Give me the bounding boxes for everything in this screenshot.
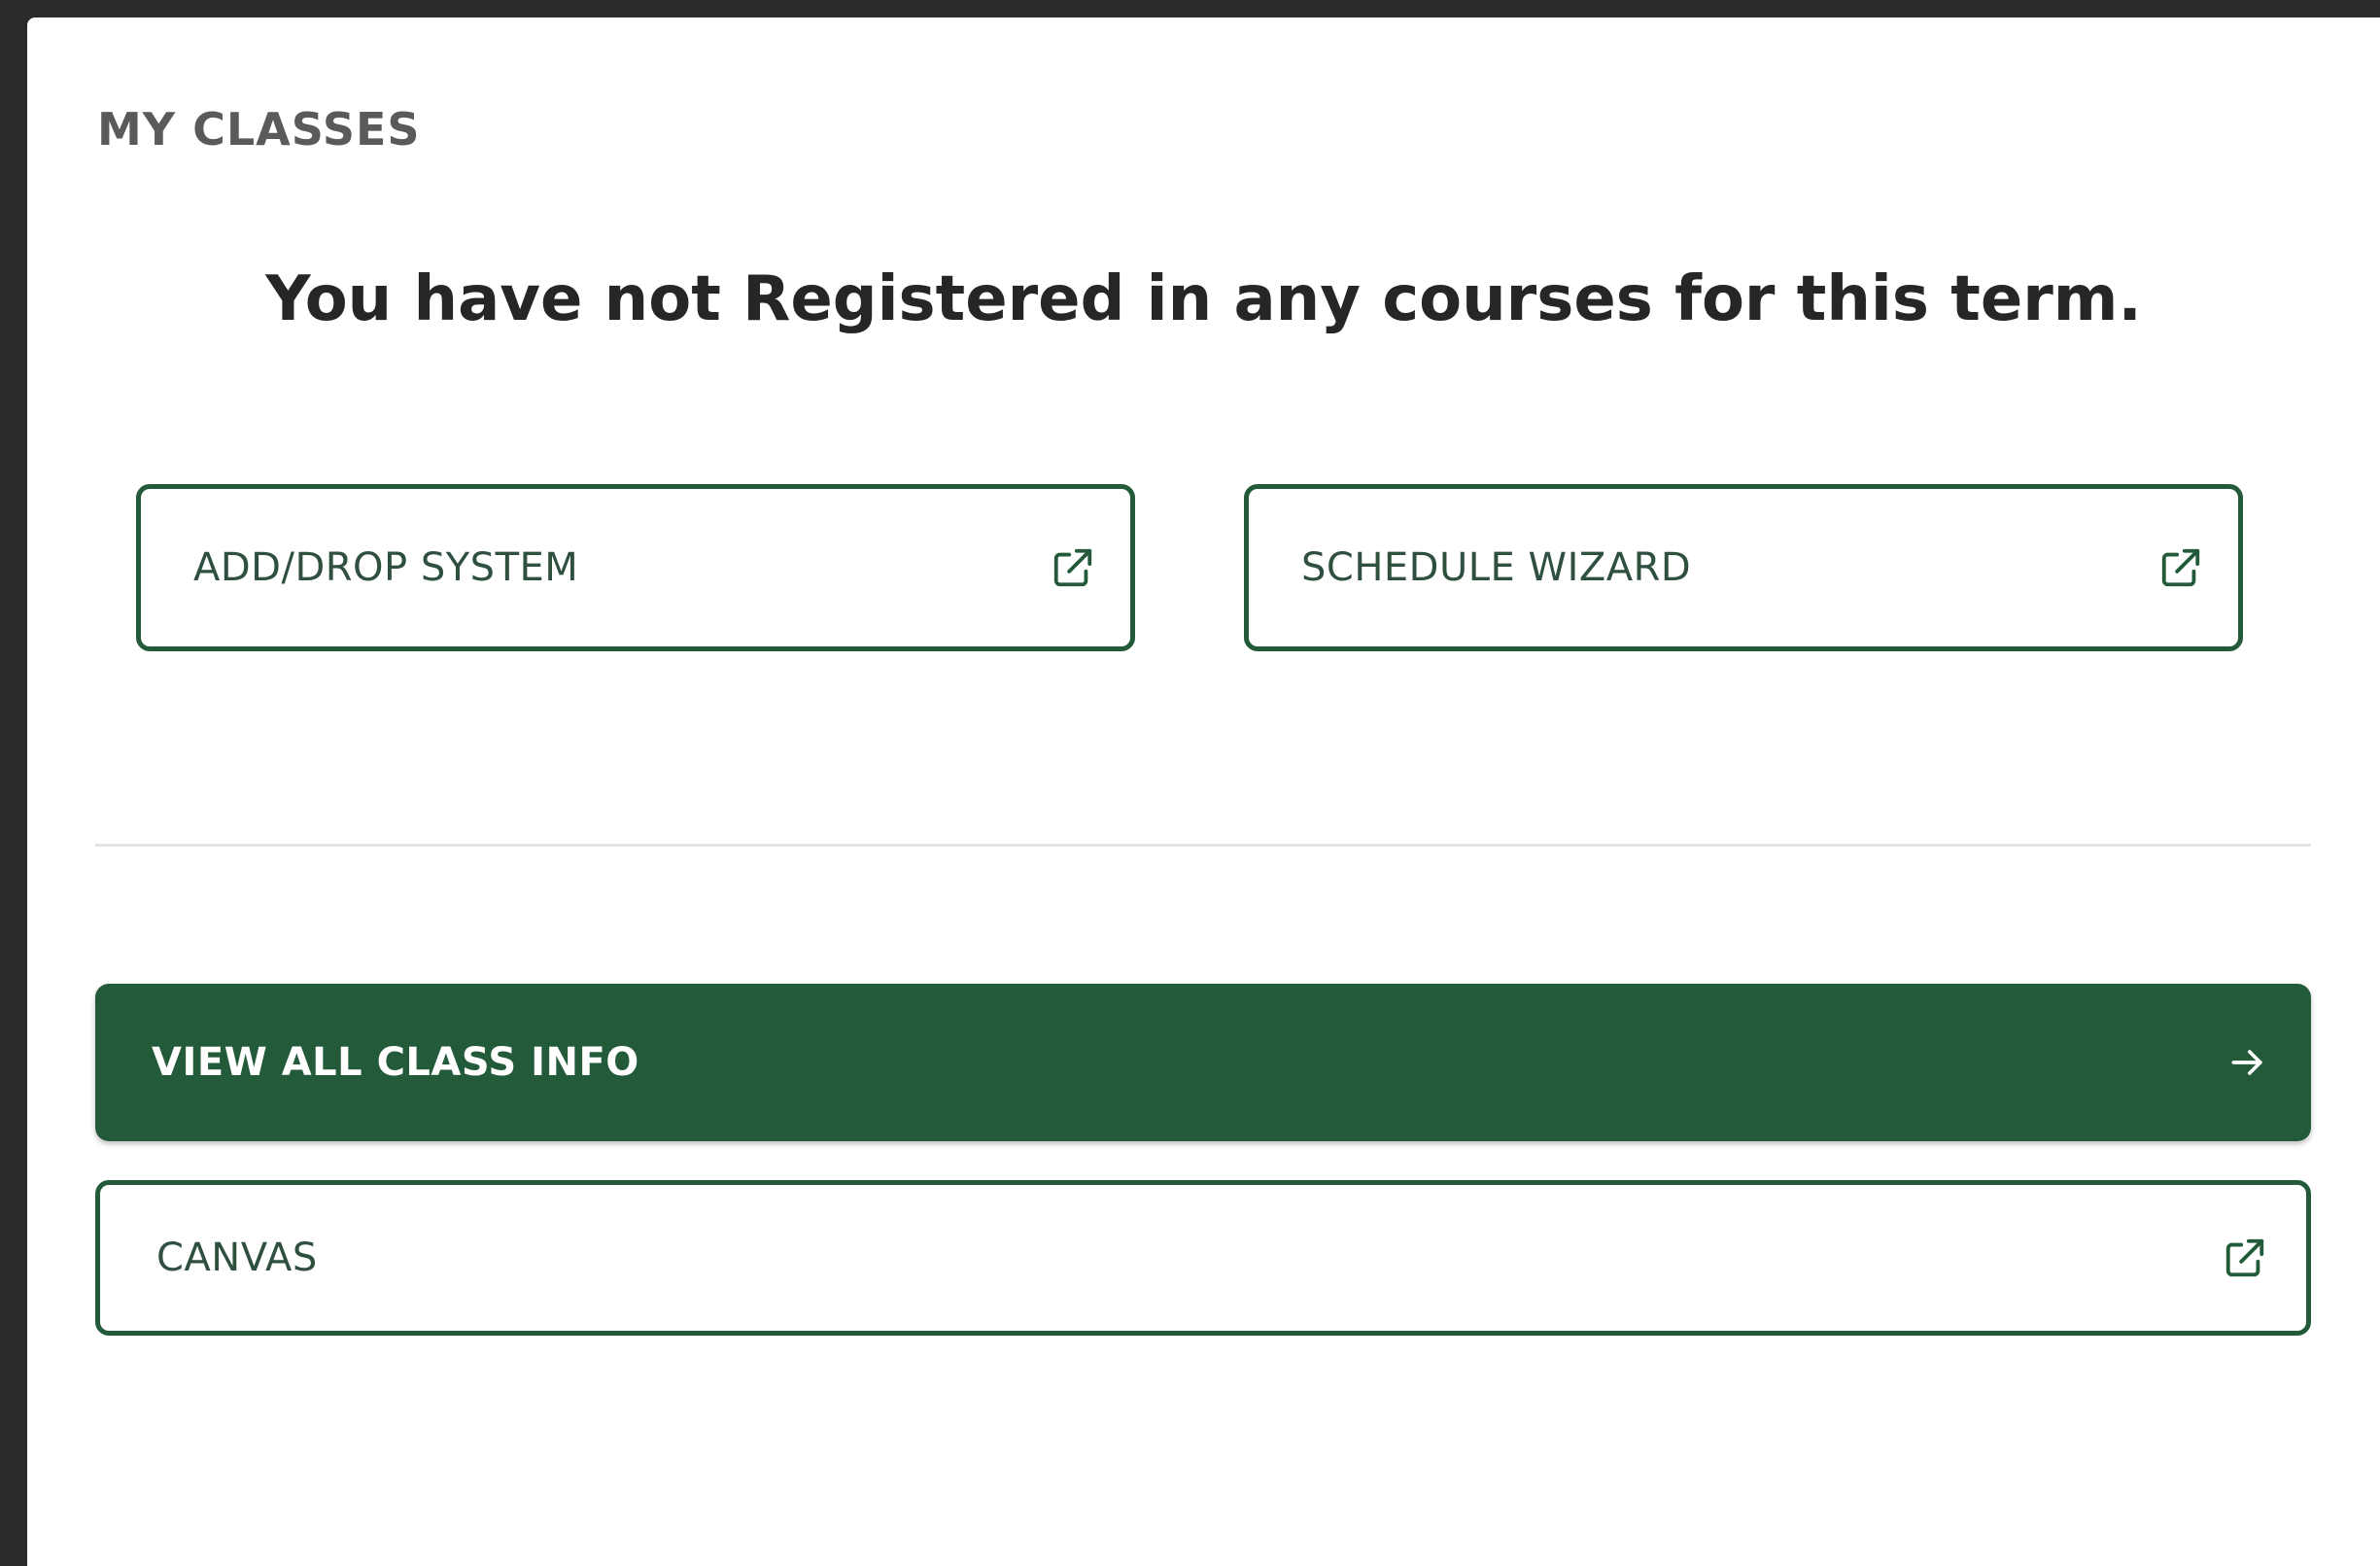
schedule-wizard-button[interactable]: SCHEDULE WIZARD xyxy=(1244,484,2243,651)
section-divider xyxy=(95,844,2311,847)
canvas-button[interactable]: CANVAS xyxy=(95,1180,2311,1336)
canvas-label: CANVAS xyxy=(156,1235,318,1280)
schedule-wizard-label: SCHEDULE WIZARD xyxy=(1301,545,1692,590)
no-courses-message: You have not Registered in any courses f… xyxy=(265,263,2142,335)
section-title: MY CLASSES xyxy=(97,103,421,156)
my-classes-card: MY CLASSES You have not Registered in an… xyxy=(27,17,2380,1566)
external-link-icon xyxy=(2158,545,2203,590)
external-link-icon xyxy=(2223,1235,2267,1280)
add-drop-system-label: ADD/DROP SYSTEM xyxy=(193,545,579,590)
arrow-right-icon xyxy=(2225,1040,2270,1085)
view-all-class-info-label: VIEW ALL CLASS INFO xyxy=(152,1040,639,1085)
view-all-class-info-button[interactable]: VIEW ALL CLASS INFO xyxy=(95,984,2311,1141)
add-drop-system-button[interactable]: ADD/DROP SYSTEM xyxy=(136,484,1135,651)
external-link-icon xyxy=(1051,545,1095,590)
